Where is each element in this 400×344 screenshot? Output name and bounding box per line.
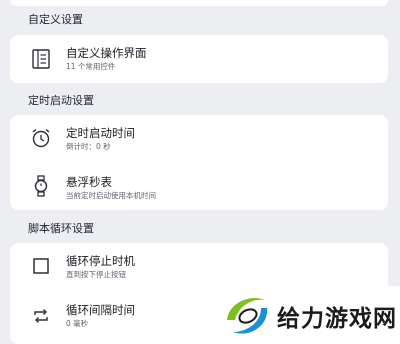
alarm-clock-icon bbox=[30, 127, 52, 149]
row-title: 定时启动时间 bbox=[66, 126, 135, 140]
row-floating-stopwatch[interactable]: 悬浮秒表 当前定时启动使用本机时间 bbox=[10, 163, 388, 210]
site-logo bbox=[221, 290, 273, 340]
watermark: 给力游戏网 bbox=[215, 286, 400, 344]
row-title: 循环停止时机 bbox=[66, 254, 135, 268]
row-subtitle: 11 个常用控件 bbox=[66, 62, 116, 71]
section-title-timer: 定时启动设置 bbox=[28, 94, 94, 107]
row-custom-ui[interactable]: 自定义操作界面 11 个常用控件 bbox=[10, 35, 388, 83]
row-title: 悬浮秒表 bbox=[66, 175, 112, 189]
row-subtitle: 0 毫秒 bbox=[66, 319, 89, 328]
row-title: 自定义操作界面 bbox=[66, 46, 147, 60]
previous-card-edge bbox=[10, 0, 388, 6]
row-loop-stop[interactable]: 循环停止时机 直到按下停止按钮 bbox=[10, 243, 388, 289]
square-icon bbox=[30, 255, 52, 277]
list-panel-icon bbox=[30, 48, 52, 70]
card-custom-settings: 自定义操作界面 11 个常用控件 bbox=[10, 35, 388, 83]
row-start-time[interactable]: 定时启动时间 倒计时：0 秒 bbox=[10, 115, 388, 161]
repeat-icon bbox=[30, 305, 52, 327]
card-timer-settings: 定时启动时间 倒计时：0 秒 悬浮秒表 当前定时启动使用本机时间 bbox=[10, 115, 388, 210]
section-title-loop: 脚本循环设置 bbox=[28, 222, 94, 235]
row-subtitle: 当前定时启动使用本机时间 bbox=[66, 191, 156, 200]
section-title-custom: 自定义设置 bbox=[28, 13, 83, 26]
row-subtitle: 直到按下停止按钮 bbox=[66, 270, 126, 279]
watermark-text: 给力游戏网 bbox=[277, 306, 397, 332]
row-title: 循环间隔时间 bbox=[66, 303, 135, 317]
row-subtitle: 倒计时：0 秒 bbox=[66, 142, 111, 151]
watch-icon bbox=[30, 175, 52, 197]
